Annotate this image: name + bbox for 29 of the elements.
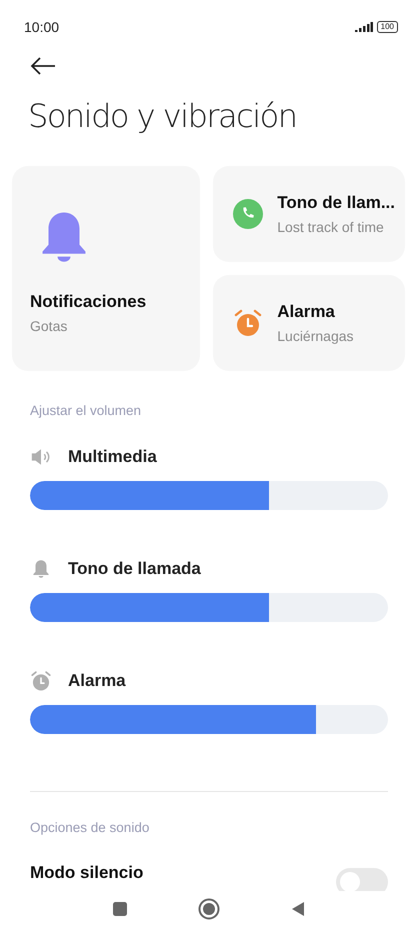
volume-slider[interactable] xyxy=(30,481,388,510)
signal-icon xyxy=(354,22,373,32)
volume-slider[interactable] xyxy=(30,593,388,622)
tile-title: Notificaciones xyxy=(30,292,148,312)
alarm-clock-icon xyxy=(30,670,52,692)
setting-label: Modo silencio xyxy=(30,863,144,883)
volume-slider[interactable] xyxy=(30,705,388,734)
sound-tile[interactable]: Alarma Luciérnagas xyxy=(213,275,405,371)
volume-label: Alarma xyxy=(68,671,126,691)
tile-subtitle: Lost track of time xyxy=(277,219,385,235)
section-heading: Ajustar el volumen xyxy=(30,403,142,418)
tile-title: Alarma xyxy=(277,302,336,322)
page-title: Sonido y vibración xyxy=(28,97,298,135)
back-nav-button[interactable] xyxy=(290,901,306,918)
back-arrow-icon xyxy=(30,57,56,75)
tile-title: Tono de llam... xyxy=(277,193,395,213)
volume-label: Multimedia xyxy=(68,447,157,467)
section-heading: Opciones de sonido xyxy=(30,820,150,835)
home-button[interactable] xyxy=(198,898,220,920)
tile-subtitle: Gotas xyxy=(30,318,68,334)
alarm-clock-icon xyxy=(233,308,264,338)
clock: 10:00 xyxy=(24,19,60,35)
volume-label: Tono de llamada xyxy=(68,559,201,579)
sound-tile[interactable]: Notificaciones Gotas xyxy=(12,166,200,371)
battery-indicator: 100 xyxy=(376,21,398,33)
sound-tile[interactable]: Tono de llam... Lost track of time xyxy=(213,166,405,262)
phone-icon xyxy=(233,199,264,229)
tile-subtitle: Luciérnagas xyxy=(277,328,354,344)
recents-button[interactable] xyxy=(112,901,128,918)
